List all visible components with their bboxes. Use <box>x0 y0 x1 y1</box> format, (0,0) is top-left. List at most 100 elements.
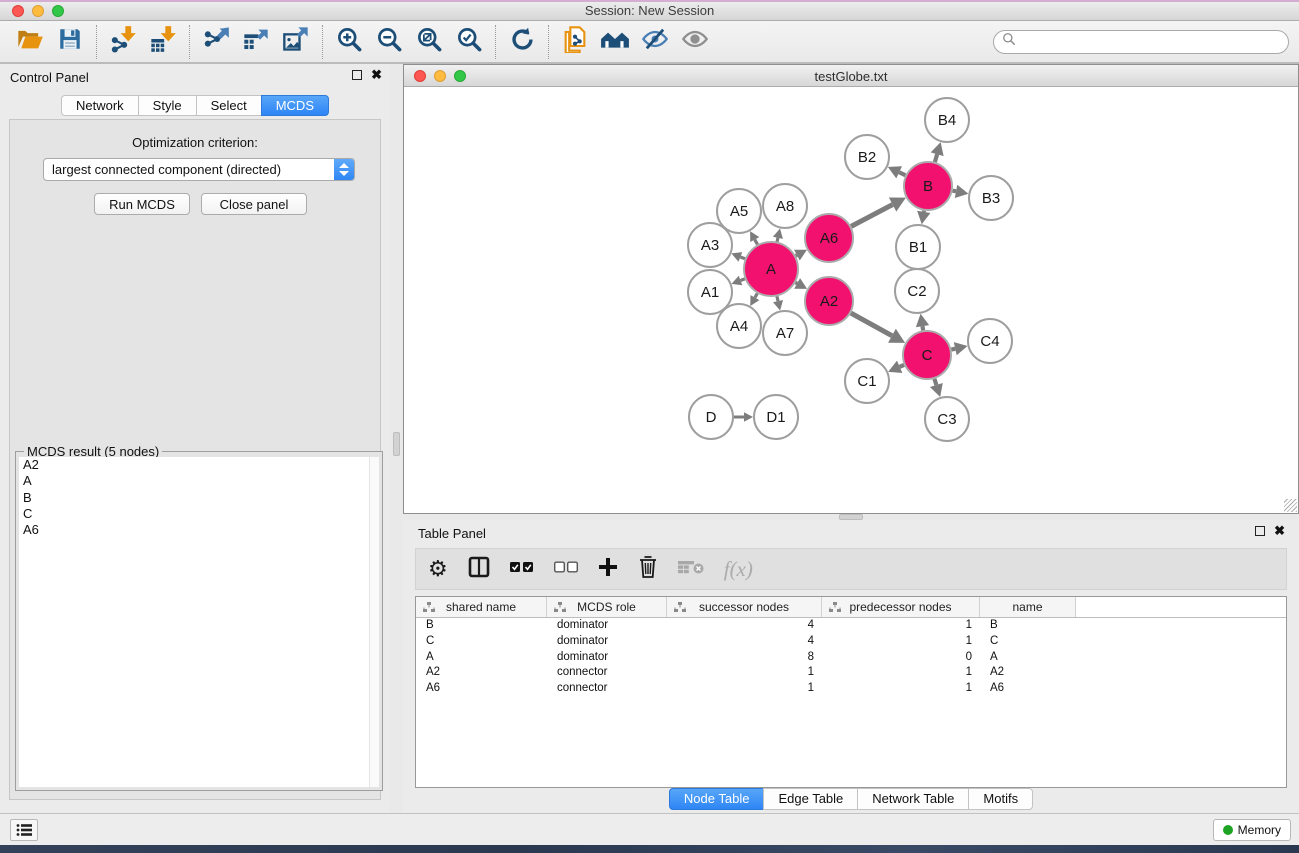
cell-shared-name[interactable]: B <box>416 618 547 634</box>
float-panel-icon[interactable] <box>1255 526 1265 536</box>
close-panel-button[interactable]: Close panel <box>201 193 307 215</box>
graph-node-D1[interactable]: D1 <box>754 395 798 439</box>
node-table[interactable]: shared nameMCDS rolesuccessor nodesprede… <box>415 596 1287 788</box>
cell-shared-name[interactable]: A2 <box>416 665 547 681</box>
column-header-successor-nodes[interactable]: successor nodes <box>667 597 822 617</box>
graph-node-A7[interactable]: A7 <box>763 311 807 355</box>
search-box[interactable] <box>993 30 1289 54</box>
import-table-button[interactable] <box>143 24 183 60</box>
refresh-button[interactable] <box>502 24 542 60</box>
cell-successor-nodes[interactable]: 8 <box>667 650 822 666</box>
graph-node-A4[interactable]: A4 <box>717 304 761 348</box>
tab-network-table[interactable]: Network Table <box>857 788 968 810</box>
delete-column-button[interactable] <box>638 554 658 584</box>
tab-network[interactable]: Network <box>61 95 138 116</box>
columns-button[interactable] <box>468 554 490 584</box>
tab-select[interactable]: Select <box>196 95 261 116</box>
cell-predecessor-nodes[interactable]: 1 <box>822 665 980 681</box>
cell-successor-nodes[interactable]: 4 <box>667 634 822 650</box>
cell-shared-name[interactable]: A <box>416 650 547 666</box>
table-row[interactable]: Bdominator41B <box>416 618 1286 634</box>
zoom-fit-button[interactable] <box>409 24 449 60</box>
cell-name[interactable]: B <box>980 618 1076 634</box>
panel-list-button[interactable] <box>10 819 38 841</box>
column-header-MCDS-role[interactable]: MCDS role <box>547 597 667 617</box>
close-panel-icon[interactable]: ✖ <box>371 70 382 80</box>
export-network-button[interactable] <box>196 24 236 60</box>
cell-MCDS-role[interactable]: dominator <box>547 634 667 650</box>
zoom-selected-button[interactable] <box>449 24 489 60</box>
result-item[interactable]: A <box>19 473 379 489</box>
graph-node-C3[interactable]: C3 <box>925 397 969 441</box>
graph-node-A8[interactable]: A8 <box>763 184 807 228</box>
deselect-all-checks-button[interactable] <box>554 554 578 584</box>
graph-node-B[interactable]: B <box>904 162 952 210</box>
scrollbar[interactable] <box>369 457 379 787</box>
show-details-button[interactable] <box>675 24 715 60</box>
network-canvas[interactable]: B4B2BB3A5A8A6A3B1AA1C2A2A4A7CC4C1C3DD1 <box>404 87 1298 513</box>
graph-node-B3[interactable]: B3 <box>969 176 1013 220</box>
import-network-button[interactable] <box>103 24 143 60</box>
splitter-grip[interactable] <box>393 432 400 456</box>
cell-name[interactable]: C <box>980 634 1076 650</box>
float-panel-icon[interactable] <box>352 70 362 80</box>
memory-button[interactable]: Memory <box>1213 819 1291 841</box>
cell-successor-nodes[interactable]: 4 <box>667 618 822 634</box>
cell-shared-name[interactable]: A6 <box>416 681 547 697</box>
table-row[interactable]: Adominator80A <box>416 650 1286 666</box>
run-mcds-button[interactable]: Run MCDS <box>94 193 190 215</box>
cell-name[interactable]: A2 <box>980 665 1076 681</box>
settings-gear-button[interactable]: ⚙ <box>428 554 448 584</box>
mcds-result-list[interactable]: A2ABCA6 <box>19 457 379 787</box>
criterion-dropdown[interactable]: largest connected component (directed) <box>43 158 355 181</box>
close-panel-icon[interactable]: ✖ <box>1274 526 1285 536</box>
network-window-titlebar[interactable]: testGlobe.txt <box>404 65 1298 87</box>
graph-node-B2[interactable]: B2 <box>845 135 889 179</box>
cell-predecessor-nodes[interactable]: 1 <box>822 618 980 634</box>
export-table-button[interactable] <box>236 24 276 60</box>
home-button[interactable] <box>595 24 635 60</box>
cell-successor-nodes[interactable]: 1 <box>667 681 822 697</box>
cell-MCDS-role[interactable]: connector <box>547 665 667 681</box>
open-folder-button[interactable] <box>10 24 50 60</box>
graph-node-A5[interactable]: A5 <box>717 189 761 233</box>
cell-successor-nodes[interactable]: 1 <box>667 665 822 681</box>
graph-node-A1[interactable]: A1 <box>688 270 732 314</box>
column-header-predecessor-nodes[interactable]: predecessor nodes <box>822 597 980 617</box>
column-header-name[interactable]: name <box>980 597 1076 617</box>
graph-node-A[interactable]: A <box>744 242 798 296</box>
hide-details-button[interactable] <box>635 24 675 60</box>
result-item[interactable]: A6 <box>19 522 379 538</box>
save-button[interactable] <box>50 24 90 60</box>
graph-node-C[interactable]: C <box>903 331 951 379</box>
vertical-splitter[interactable] <box>390 64 403 813</box>
result-item[interactable]: A2 <box>19 457 379 473</box>
cell-predecessor-nodes[interactable]: 0 <box>822 650 980 666</box>
result-item[interactable]: C <box>19 506 379 522</box>
zoom-out-button[interactable] <box>369 24 409 60</box>
table-row[interactable]: A6connector11A6 <box>416 681 1286 697</box>
tab-style[interactable]: Style <box>138 95 196 116</box>
graph-node-C1[interactable]: C1 <box>845 359 889 403</box>
graph-node-C2[interactable]: C2 <box>895 269 939 313</box>
graph-node-A2[interactable]: A2 <box>805 277 853 325</box>
cell-MCDS-role[interactable]: dominator <box>547 618 667 634</box>
zoom-in-button[interactable] <box>329 24 369 60</box>
graph-node-B1[interactable]: B1 <box>896 225 940 269</box>
graph-node-D[interactable]: D <box>689 395 733 439</box>
cell-MCDS-role[interactable]: dominator <box>547 650 667 666</box>
add-column-button[interactable] <box>598 554 618 584</box>
tab-node-table[interactable]: Node Table <box>669 788 764 810</box>
tab-mcds[interactable]: MCDS <box>261 95 329 116</box>
export-image-button[interactable] <box>276 24 316 60</box>
search-input[interactable] <box>1020 32 1288 52</box>
tab-motifs[interactable]: Motifs <box>968 788 1033 810</box>
table-row[interactable]: A2connector11A2 <box>416 665 1286 681</box>
cell-shared-name[interactable]: C <box>416 634 547 650</box>
graph-node-A3[interactable]: A3 <box>688 223 732 267</box>
clone-network-button[interactable] <box>555 24 595 60</box>
cell-name[interactable]: A6 <box>980 681 1076 697</box>
cell-MCDS-role[interactable]: connector <box>547 681 667 697</box>
cell-predecessor-nodes[interactable]: 1 <box>822 634 980 650</box>
column-header-shared-name[interactable]: shared name <box>416 597 547 617</box>
